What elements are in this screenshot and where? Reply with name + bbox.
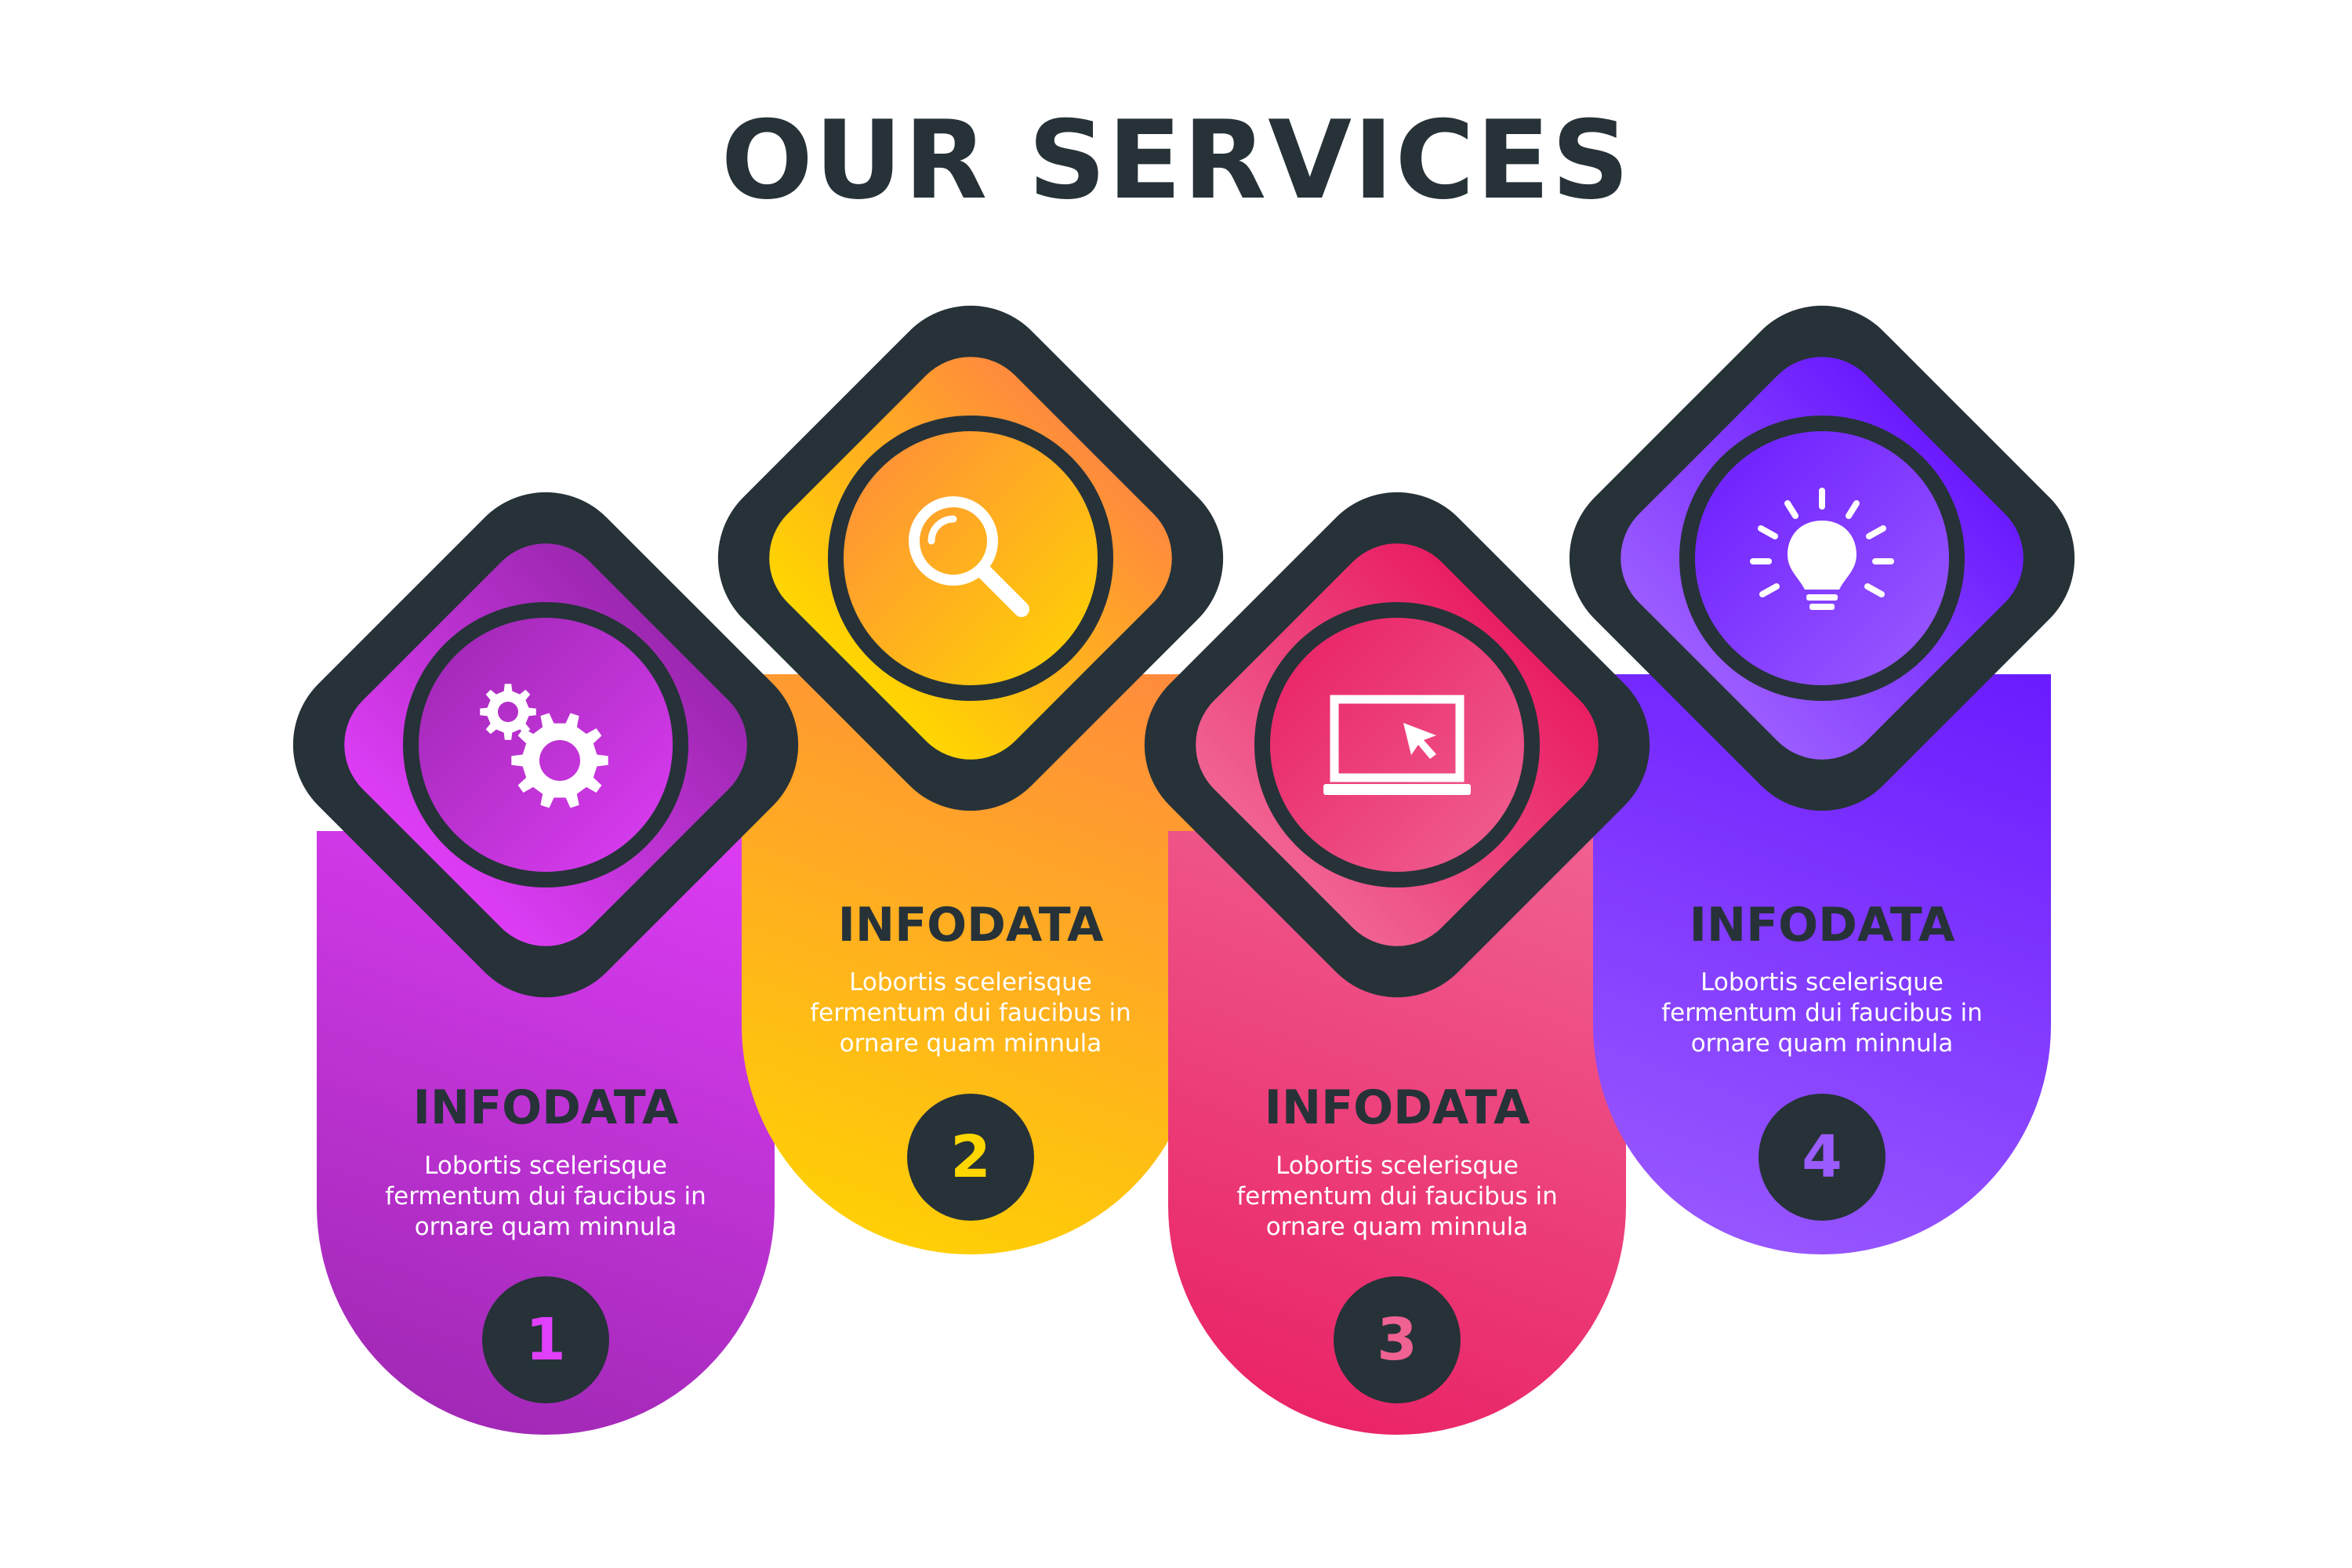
card-4-description: Lobortis scelerisque fermentum dui fauci… bbox=[1593, 967, 2051, 1059]
card-4-desc-line: fermentum dui faucibus in bbox=[1661, 999, 1983, 1027]
card-1-desc-line: ornare quam minnula bbox=[414, 1213, 677, 1241]
page-title: OUR SERVICES bbox=[720, 97, 1632, 223]
card-2-number-badge: 2 bbox=[907, 1094, 1034, 1221]
card-3-heading: INFODATA bbox=[1264, 1080, 1530, 1135]
card-3-desc-line: Lobortis scelerisque bbox=[1276, 1152, 1519, 1180]
card-3-description: Lobortis scelerisque fermentum dui fauci… bbox=[1168, 1151, 1626, 1243]
card-1-desc-line: fermentum dui faucibus in bbox=[385, 1182, 706, 1210]
card-3-desc-line: ornare quam minnula bbox=[1265, 1213, 1529, 1241]
card-4-heading: INFODATA bbox=[1689, 898, 1955, 953]
card-1-desc-line: Lobortis scelerisque bbox=[424, 1152, 667, 1180]
card-2-heading: INFODATA bbox=[837, 898, 1104, 953]
card-1-number-badge: 1 bbox=[482, 1276, 609, 1403]
card-1-description: Lobortis scelerisque fermentum dui fauci… bbox=[317, 1151, 775, 1243]
card-2-desc-line: fermentum dui faucibus in bbox=[810, 999, 1131, 1027]
card-4-number-badge: 4 bbox=[1759, 1094, 1886, 1221]
card-1-heading: INFODATA bbox=[412, 1080, 679, 1135]
card-2-desc-line: Lobortis scelerisque bbox=[849, 968, 1092, 996]
magnifier-icon bbox=[909, 496, 1029, 617]
card-3-desc-line: fermentum dui faucibus in bbox=[1236, 1182, 1558, 1210]
card-3-number-badge: 3 bbox=[1334, 1276, 1461, 1403]
card-4-desc-line: Lobortis scelerisque bbox=[1700, 968, 1944, 996]
card-2-desc-line: ornare quam minnula bbox=[839, 1029, 1102, 1058]
laptop-cursor-icon bbox=[1323, 695, 1471, 795]
card-2-description: Lobortis scelerisque fermentum dui fauci… bbox=[742, 967, 1200, 1059]
card-4-desc-line: ornare quam minnula bbox=[1690, 1029, 1954, 1058]
gears-icon bbox=[480, 684, 608, 808]
lightbulb-icon bbox=[1750, 488, 1894, 610]
